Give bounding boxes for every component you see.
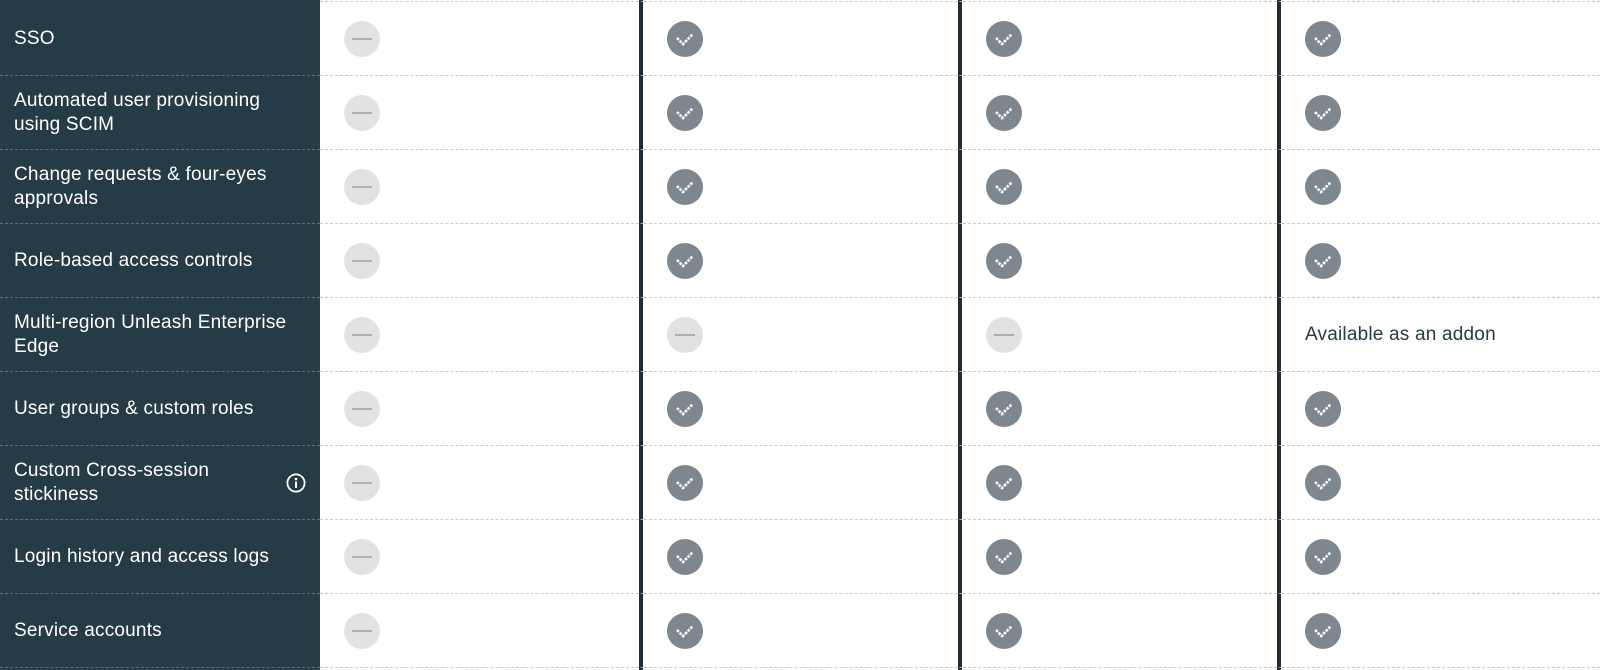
check-icon <box>1305 20 1341 57</box>
plan-feature-cell <box>958 2 1277 76</box>
check-icon <box>1305 168 1341 205</box>
plan-feature-cell <box>320 76 639 150</box>
feature-label-cell: SSO <box>0 2 320 76</box>
feature-label-cell: Automated user provisioning using SCIM <box>0 76 320 150</box>
check-icon <box>1305 612 1341 649</box>
plan-feature-cell <box>1277 150 1600 224</box>
check-icon <box>1305 242 1341 279</box>
feature-label-cell: Multi-region Unleash Enterprise Edge <box>0 298 320 372</box>
feature-label: User groups & custom roles <box>14 397 254 419</box>
dash-icon <box>344 612 380 649</box>
plan-feature-cell <box>958 224 1277 298</box>
check-icon <box>986 168 1022 205</box>
plan-feature-cell <box>320 594 639 668</box>
check-icon <box>667 242 703 279</box>
plan-feature-cell <box>1277 2 1600 76</box>
feature-availability-text: Available as an addon <box>1305 323 1496 345</box>
check-icon <box>1305 538 1341 575</box>
dash-icon <box>344 538 380 575</box>
feature-label-cell: Service accounts <box>0 594 320 668</box>
plan-feature-cell <box>1277 594 1600 668</box>
check-icon <box>1305 464 1341 501</box>
check-icon <box>667 612 703 649</box>
dash-icon <box>344 94 380 131</box>
check-icon <box>667 538 703 575</box>
plan-feature-cell <box>958 150 1277 224</box>
plan-feature-cell <box>958 76 1277 150</box>
plan-feature-cell <box>958 372 1277 446</box>
plan-feature-cell <box>320 298 639 372</box>
dash-icon <box>344 316 380 353</box>
info-icon[interactable] <box>286 472 306 493</box>
plan-feature-cell <box>320 520 639 594</box>
plan-feature-cell <box>958 594 1277 668</box>
plan-feature-cell <box>639 150 958 224</box>
feature-label: Automated user provisioning using SCIM <box>14 89 261 135</box>
check-icon <box>667 168 703 205</box>
dash-icon <box>986 316 1022 353</box>
feature-label: Role-based access controls <box>14 249 253 271</box>
check-icon <box>667 94 703 131</box>
plan-feature-cell <box>958 298 1277 372</box>
feature-label: Service accounts <box>14 619 162 641</box>
check-icon <box>986 390 1022 427</box>
check-icon <box>1305 94 1341 131</box>
dash-icon <box>667 316 703 353</box>
check-icon <box>667 390 703 427</box>
check-icon <box>986 20 1022 57</box>
plan-feature-cell <box>958 520 1277 594</box>
plan-feature-cell <box>320 224 639 298</box>
feature-label-cell: Custom Cross-session stickiness <box>0 446 320 520</box>
feature-label: SSO <box>14 27 55 49</box>
dash-icon <box>344 242 380 279</box>
plan-feature-cell <box>1277 520 1600 594</box>
check-icon <box>1305 390 1341 427</box>
dash-icon <box>344 168 380 205</box>
dash-icon <box>344 20 380 57</box>
feature-label-cell: Role-based access controls <box>0 224 320 298</box>
plan-feature-cell <box>1277 372 1600 446</box>
check-icon <box>986 464 1022 501</box>
feature-label: Change requests & four-eyes approvals <box>14 163 267 209</box>
feature-label-cell: Login history and access logs <box>0 520 320 594</box>
dash-icon <box>344 390 380 427</box>
feature-label: Multi-region Unleash Enterprise Edge <box>14 311 287 357</box>
feature-label-cell: User groups & custom roles <box>0 372 320 446</box>
check-icon <box>986 538 1022 575</box>
plan-feature-cell <box>320 150 639 224</box>
plan-feature-cell: Available as an addon <box>1277 298 1600 372</box>
check-icon <box>667 464 703 501</box>
plan-feature-cell <box>1277 224 1600 298</box>
plan-feature-cell <box>320 2 639 76</box>
plan-feature-cell <box>639 372 958 446</box>
feature-label: Login history and access logs <box>14 545 270 567</box>
plan-feature-cell <box>1277 76 1600 150</box>
plan-feature-cell <box>1277 446 1600 520</box>
plan-feature-cell <box>639 2 958 76</box>
plan-feature-cell <box>639 224 958 298</box>
feature-comparison-table: SSO Automated user provisioning using SCI… <box>0 0 1600 670</box>
check-icon <box>986 612 1022 649</box>
feature-label-cell: Change requests & four-eyes approvals <box>0 150 320 224</box>
plan-feature-cell <box>639 298 958 372</box>
check-icon <box>986 94 1022 131</box>
plan-feature-cell <box>639 446 958 520</box>
check-icon <box>667 20 703 57</box>
dash-icon <box>344 464 380 501</box>
plan-feature-cell <box>639 594 958 668</box>
feature-label: Custom Cross-session stickiness <box>14 459 210 505</box>
check-icon <box>986 242 1022 279</box>
plan-feature-cell <box>320 446 639 520</box>
plan-feature-cell <box>320 372 639 446</box>
plan-feature-cell <box>639 520 958 594</box>
plan-feature-cell <box>958 446 1277 520</box>
plan-feature-cell <box>639 76 958 150</box>
